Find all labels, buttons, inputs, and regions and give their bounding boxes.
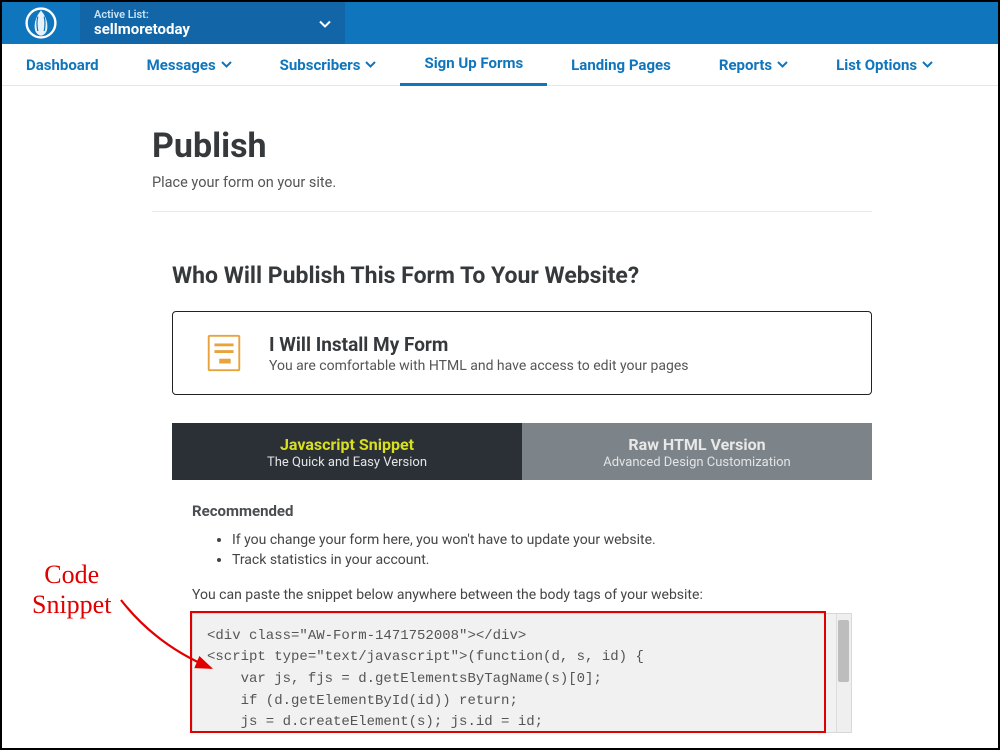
nav-list-options[interactable]: List Options [812,44,957,86]
install-myself-option[interactable]: I Will Install My Form You are comfortab… [172,311,872,395]
recommended-section: Recommended If you change your form here… [192,502,852,733]
form-document-icon [203,332,245,374]
chevron-down-icon [319,14,331,33]
install-title: I Will Install My Form [269,333,688,356]
nav-label: Reports [719,56,772,74]
list-item: If you change your form here, you won't … [232,530,852,550]
nav-signup-forms[interactable]: Sign Up Forms [400,44,547,86]
divider [152,211,872,212]
active-list-dropdown[interactable]: Active List: sellmoretoday [80,2,345,44]
nav-label: Subscribers [280,56,361,74]
nav-label: Sign Up Forms [424,54,523,72]
snippet-tabs: Javascript Snippet The Quick and Easy Ve… [172,423,872,480]
brand-logo-icon [25,7,57,39]
install-text: I Will Install My Form You are comfortab… [269,333,688,374]
nav-label: Landing Pages [571,56,671,74]
tab-subtitle: The Quick and Easy Version [172,455,522,470]
code-snippet-textarea[interactable]: <div class="AW-Form-1471752008"></div> <… [192,613,852,733]
annotation-text: Snippet [32,590,111,620]
nav-label: Messages [147,56,216,74]
nav-landing-pages[interactable]: Landing Pages [547,44,695,86]
logo[interactable] [2,2,80,44]
page-title: Publish [152,126,882,166]
chevron-down-icon [922,61,933,68]
tab-subtitle: Advanced Design Customization [522,455,872,470]
annotation-label: Code Snippet [32,560,111,620]
tab-raw-html[interactable]: Raw HTML Version Advanced Design Customi… [522,423,872,480]
nav-subscribers[interactable]: Subscribers [256,44,401,86]
nav-reports[interactable]: Reports [695,44,812,86]
annotation-text: Code [32,560,111,590]
scrollbar[interactable] [836,614,851,732]
nav-label: Dashboard [26,56,99,74]
main-nav: Dashboard Messages Subscribers Sign Up F… [2,44,998,86]
scrollbar-thumb[interactable] [838,620,849,682]
page-subtitle: Place your form on your site. [152,174,882,191]
nav-dashboard[interactable]: Dashboard [2,44,123,86]
tab-title: Raw HTML Version [522,435,872,454]
list-item: Track statistics in your account. [232,550,852,570]
chevron-down-icon [365,61,376,68]
tab-javascript-snippet[interactable]: Javascript Snippet The Quick and Easy Ve… [172,423,522,480]
recommended-heading: Recommended [192,502,852,520]
paste-instruction: You can paste the snippet below anywhere… [192,587,852,603]
page-content: Publish Place your form on your site. Wh… [2,86,882,733]
code-snippet-wrapper: <div class="AW-Form-1471752008"></div> <… [192,613,852,733]
tab-title: Javascript Snippet [172,435,522,454]
recommended-list: If you change your form here, you won't … [232,530,852,571]
active-list-name: sellmoretoday [94,20,327,38]
chevron-down-icon [221,61,232,68]
top-bar: Active List: sellmoretoday [2,2,998,44]
install-subtitle: You are comfortable with HTML and have a… [269,358,688,374]
nav-label: List Options [836,56,917,74]
chevron-down-icon [777,61,788,68]
nav-messages[interactable]: Messages [123,44,256,86]
section-heading: Who Will Publish This Form To Your Websi… [172,262,882,289]
